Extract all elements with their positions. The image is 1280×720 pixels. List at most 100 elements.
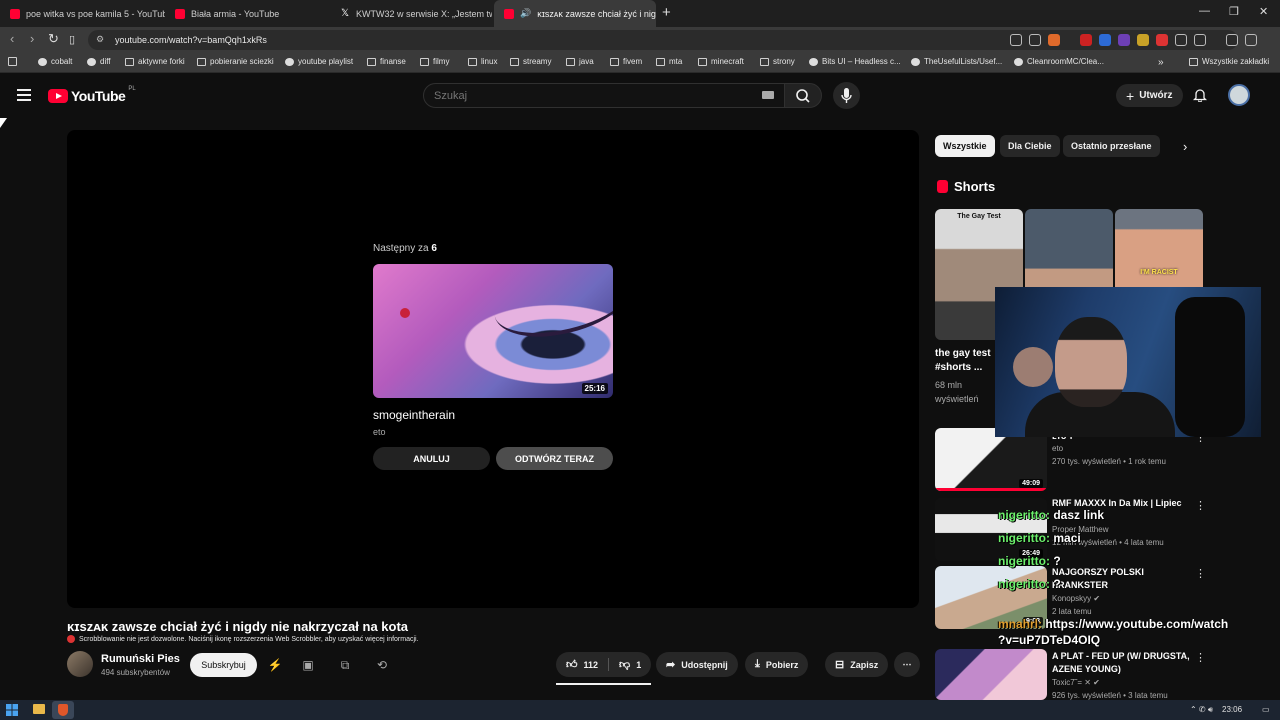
voice-search-button[interactable]: [833, 82, 860, 109]
bookmark-item[interactable]: TheUsefulLists/Usef...: [911, 57, 1002, 66]
bookmark-item[interactable]: CleanroomMC/Clea...: [1014, 57, 1104, 66]
lightning-icon[interactable]: ⚡: [267, 658, 283, 672]
maximize-button[interactable]: ❐: [1229, 5, 1239, 18]
download-button[interactable]: ⤓ Pobierz: [745, 652, 809, 677]
minimize-button[interactable]: —: [1199, 5, 1210, 17]
verified-icon: ✔: [1093, 678, 1100, 687]
extension-icon[interactable]: [1099, 34, 1111, 46]
bookmark-item[interactable]: aktywne forki: [125, 57, 185, 66]
cancel-autoplay-button[interactable]: ANULUJ: [373, 447, 490, 470]
bookmark-folder[interactable]: java: [566, 57, 594, 66]
keyboard-icon[interactable]: [762, 91, 774, 99]
more-actions-button[interactable]: ⋯: [894, 652, 920, 677]
like-button[interactable]: 👍︎ 112: [566, 658, 610, 671]
more-options-icon[interactable]: ⋮: [1195, 651, 1206, 664]
image-icon[interactable]: ▣: [300, 658, 316, 672]
audio-icon[interactable]: 🔊: [520, 8, 531, 19]
share-icon[interactable]: [1029, 34, 1041, 46]
site-settings-icon[interactable]: ⚙: [96, 34, 104, 45]
extension-icon[interactable]: [1118, 34, 1130, 46]
bookmark-folder[interactable]: mta: [656, 57, 682, 66]
chip-all[interactable]: Wszystkie: [935, 135, 995, 157]
related-title[interactable]: NAJGORSZY POLSKI PRANKSTER: [1052, 566, 1190, 592]
short-title[interactable]: the gay test #shorts ...: [935, 347, 997, 375]
account-avatar[interactable]: [1228, 84, 1250, 106]
more-options-icon[interactable]: ⋮: [1195, 567, 1206, 580]
bookmark-label: java: [579, 57, 594, 66]
reload-icon[interactable]: ↻: [48, 31, 59, 47]
back-icon[interactable]: ‹: [10, 31, 14, 46]
notifications-icon[interactable]: ▭: [1262, 705, 1270, 714]
bookmark-folder[interactable]: fivem: [610, 57, 642, 66]
play-now-button[interactable]: ODTWÓRZ TERAZ: [496, 447, 613, 470]
cast-icon[interactable]: [1010, 34, 1022, 46]
bookmark-folder[interactable]: minecraft: [698, 57, 744, 66]
youtube-logo[interactable]: YouTube PL: [48, 86, 136, 104]
share-button[interactable]: ➦ Udostępnij: [656, 652, 738, 677]
bookmark-folder[interactable]: streamy: [510, 57, 551, 66]
bookmark-item[interactable]: pobieranie sciezki: [197, 57, 274, 66]
media-icon[interactable]: [1226, 34, 1238, 46]
url-text[interactable]: youtube.com/watch?v=bamQqh1xkRs: [115, 35, 267, 45]
create-button[interactable]: + Utwórz: [1116, 84, 1183, 107]
forward-icon[interactable]: ›: [30, 31, 34, 46]
search-input[interactable]: [434, 90, 734, 102]
related-title[interactable]: A PLAT - FED UP (W/ DRUGSTA, AZENE YOUNG…: [1052, 650, 1190, 676]
bookmark-label: strony: [773, 57, 795, 66]
chevron-right-icon[interactable]: ›: [1183, 139, 1187, 154]
bookmark-icon[interactable]: ▯: [69, 33, 75, 46]
bookmark-folder[interactable]: strony: [760, 57, 795, 66]
folder-icon: [510, 57, 519, 66]
puzzle-icon[interactable]: [1175, 34, 1187, 46]
subscribe-button[interactable]: Subskrybuj: [190, 653, 257, 677]
bookmark-item[interactable]: cobalt: [38, 57, 72, 66]
browser-tab[interactable]: 𝕏 KWTW32 w serwisie X: „Jestem twór: [330, 0, 492, 27]
notifications-bell-icon[interactable]: [1193, 87, 1207, 102]
save-button[interactable]: ⊟ Zapisz: [825, 652, 889, 677]
channel-avatar[interactable]: [67, 651, 93, 677]
loop-icon[interactable]: ⟲: [374, 658, 390, 672]
related-thumbnail[interactable]: [935, 649, 1047, 700]
search-button[interactable]: [784, 83, 822, 108]
new-tab-button[interactable]: +: [662, 4, 671, 21]
menu-icon[interactable]: [1245, 34, 1257, 46]
file-explorer-icon[interactable]: [33, 704, 45, 714]
close-window-button[interactable]: ✕: [1259, 5, 1268, 18]
channel-name[interactable]: Rumuński Pies: [101, 653, 180, 665]
search-box[interactable]: [423, 83, 785, 108]
all-bookmarks-folder[interactable]: Wszystkie zakładki: [1189, 57, 1269, 66]
tray-icons[interactable]: ⌃ ✆ 🔊︎: [1190, 705, 1213, 715]
related-thumbnail[interactable]: 49:09: [935, 428, 1047, 491]
bookmark-folder[interactable]: filmy: [420, 57, 449, 66]
bookmark-item[interactable]: Bits UI – Headless c...: [809, 57, 901, 66]
browser-tab-active[interactable]: 🔊 ᴋɪѕᴢᴀᴋ zawsze chciał żyć i nigd ✕: [494, 0, 656, 27]
related-channel-row: Konopskyy ✔: [1052, 594, 1100, 603]
clock[interactable]: 23:06: [1222, 705, 1242, 714]
chip-recently-uploaded[interactable]: Ostatnio przesłane: [1063, 135, 1160, 157]
chat-nick: nigeritto:: [998, 554, 1050, 568]
bookmark-item[interactable]: youtube playlist: [285, 57, 353, 66]
extension-icon[interactable]: [1156, 34, 1168, 46]
bookmark-label: Wszystkie zakładki: [1202, 57, 1270, 66]
miniplayer-icon[interactable]: ⧉: [337, 658, 353, 672]
up-next-title[interactable]: smogeintherain: [373, 408, 455, 422]
extension-icon[interactable]: [1137, 34, 1149, 46]
folder-icon: [656, 57, 665, 66]
up-next-thumbnail[interactable]: 25:16: [373, 264, 613, 398]
chip-for-you[interactable]: Dla Ciebie: [1000, 135, 1060, 157]
sidebar-icon[interactable]: [1194, 34, 1206, 46]
browser-tab[interactable]: poe witka vs poe kamila 5 - YouTube: [0, 0, 165, 27]
bookmark-folder[interactable]: linux: [468, 57, 497, 66]
dislike-button[interactable]: 👎︎ 1: [609, 658, 651, 671]
bookmark-folder[interactable]: finanse: [367, 57, 406, 66]
bookmark-item[interactable]: diff: [87, 57, 111, 66]
windows-start-icon[interactable]: [6, 704, 18, 716]
browser-tab[interactable]: Biała armia - YouTube: [165, 0, 330, 27]
extension-icon[interactable]: [1080, 34, 1092, 46]
more-options-icon[interactable]: ⋮: [1195, 499, 1206, 512]
chat-text: ?: [1053, 554, 1061, 568]
more-bookmarks-icon[interactable]: »: [1158, 57, 1164, 68]
apps-icon[interactable]: [8, 57, 17, 66]
brave-shield-icon[interactable]: [1048, 34, 1060, 46]
hamburger-menu-icon[interactable]: [17, 89, 31, 104]
